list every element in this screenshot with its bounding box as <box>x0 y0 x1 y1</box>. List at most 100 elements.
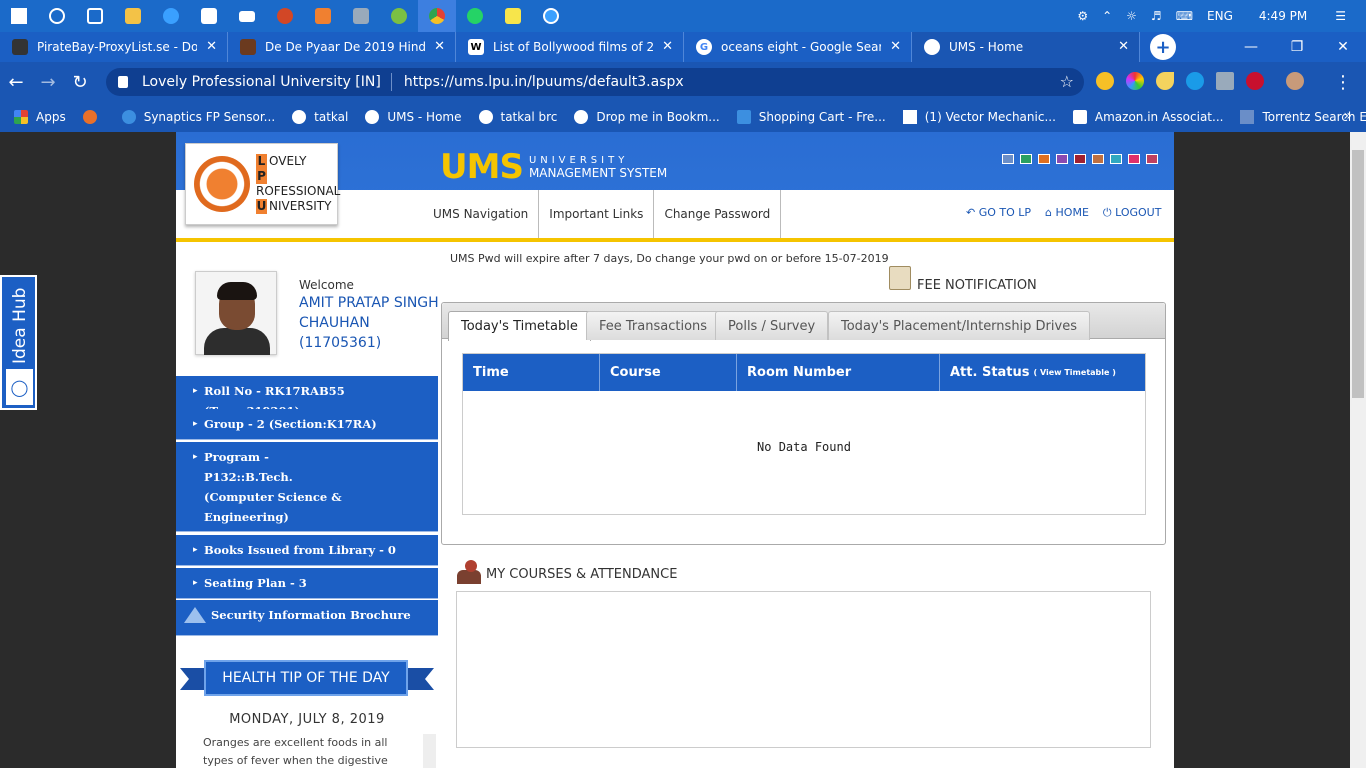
powerpoint-icon[interactable] <box>266 0 304 32</box>
site-identity[interactable]: Lovely Professional University [IN] <box>142 74 381 90</box>
theme-swatch[interactable] <box>1074 154 1086 164</box>
scrollbar-thumb[interactable] <box>1352 150 1364 398</box>
theme-swatch[interactable] <box>1128 154 1140 164</box>
dark-mode-icon[interactable] <box>1156 72 1174 90</box>
theme-swatch[interactable] <box>1110 154 1122 164</box>
edge-icon[interactable] <box>152 0 190 32</box>
bookmark-synaptics[interactable]: Synaptics FP Sensor... <box>121 110 275 124</box>
search-icon[interactable] <box>38 0 76 32</box>
url-text[interactable]: https://ums.lpu.in/lpuums/default3.aspx <box>404 74 684 90</box>
theme-swatch[interactable] <box>1020 154 1032 164</box>
tab-polls-survey[interactable]: Polls / Survey <box>715 311 829 340</box>
close-window-icon[interactable]: ✕ <box>1320 32 1366 62</box>
keyboard-icon[interactable]: ⌨ <box>1176 9 1193 23</box>
bookmark-basketball[interactable] <box>82 110 105 124</box>
extension-icon[interactable] <box>1216 72 1234 90</box>
sticky-notes-icon[interactable] <box>494 0 532 32</box>
nav-important-links[interactable]: Important Links <box>539 190 655 238</box>
lock-icon[interactable] <box>118 76 128 88</box>
color-picker-icon[interactable] <box>1126 72 1144 90</box>
view-timetable-link[interactable]: ( View Timetable ) <box>1034 368 1116 377</box>
a-letter-icon <box>902 110 917 124</box>
tab-movie[interactable]: De De Pyaar De 2019 Hindi HD ✕ <box>228 32 456 62</box>
new-tab-button[interactable]: + <box>1150 34 1176 60</box>
close-tab-icon[interactable]: ✕ <box>1118 39 1129 54</box>
tab-placement-drives[interactable]: Today's Placement/Internship Drives <box>828 311 1090 340</box>
theme-swatch[interactable] <box>1146 154 1158 164</box>
tab-wikipedia[interactable]: W List of Bollywood films of 2019 ✕ <box>456 32 684 62</box>
health-tip-scrollbar[interactable] <box>423 734 436 768</box>
bookmark-label: Shopping Cart - Fre... <box>758 110 886 124</box>
tab-google[interactable]: Goceans eight - Google Search ✕ <box>684 32 912 62</box>
chevron-up-icon[interactable]: ⌃ <box>1102 9 1112 23</box>
home-link[interactable]: ⌂ HOME <box>1045 206 1089 220</box>
sidebar-item-security-brochure[interactable]: Security Information Brochure <box>176 600 438 636</box>
bookmark-tatkal[interactable]: tatkal <box>292 110 348 124</box>
page-scrollbar[interactable] <box>1350 132 1366 768</box>
fee-notification-icon[interactable] <box>889 266 911 290</box>
wifi-icon[interactable]: ☼ <box>1126 9 1137 23</box>
nav-change-password[interactable]: Change Password <box>654 190 782 238</box>
photos-icon[interactable] <box>342 0 380 32</box>
profile-photo[interactable] <box>195 271 277 355</box>
forward-icon[interactable]: → <box>32 72 64 93</box>
minimize-icon[interactable]: — <box>1228 32 1274 62</box>
task-view-icon[interactable] <box>76 0 114 32</box>
sidebar-item-program[interactable]: Program - P132::B.Tech. (Computer Scienc… <box>176 442 438 544</box>
close-tab-icon[interactable]: ✕ <box>434 39 445 54</box>
nav-ums-navigation[interactable]: UMS Navigation <box>423 190 540 238</box>
bookmark-star-icon[interactable]: ☆ <box>1060 72 1074 91</box>
theme-swatch[interactable] <box>1056 154 1068 164</box>
more-bookmarks-icon[interactable]: » <box>1343 108 1352 124</box>
bookmark-drop-me[interactable]: Drop me in Bookm... <box>574 110 720 124</box>
mail-icon[interactable] <box>228 0 266 32</box>
bookmark-tatkal-brc[interactable]: tatkal brc <box>478 110 557 124</box>
back-icon[interactable]: ← <box>0 72 32 93</box>
menu-icon[interactable]: ⋮ <box>1334 72 1352 93</box>
safari-icon[interactable] <box>532 0 570 32</box>
restore-icon[interactable]: ❐ <box>1274 32 1320 62</box>
theme-swatch[interactable] <box>1092 154 1104 164</box>
sidebar-item-seating-plan[interactable]: Seating Plan - 3 <box>176 568 438 599</box>
logout-link[interactable]: ⏻ LOGOUT <box>1103 206 1162 220</box>
close-tab-icon[interactable]: ✕ <box>206 39 217 54</box>
sidebar-item-books[interactable]: Books Issued from Library - 0 <box>176 535 438 566</box>
lpu-logo[interactable]: L OVELY PROFESSIONAL U NIVERSITY <box>185 143 340 225</box>
people-icon[interactable]: ⚙ <box>1077 9 1088 23</box>
bookmark-amazon[interactable]: Amazon.in Associat... <box>1072 110 1223 124</box>
tab-fee-transactions[interactable]: Fee Transactions <box>586 311 721 340</box>
store-icon[interactable] <box>190 0 228 32</box>
file-explorer-icon[interactable] <box>114 0 152 32</box>
chrome-icon[interactable] <box>418 0 456 32</box>
clock[interactable]: 4:49 PM <box>1259 9 1307 23</box>
reload-icon[interactable]: ↻ <box>64 72 96 93</box>
tab-todays-timetable[interactable]: Today's Timetable <box>448 311 591 341</box>
close-tab-icon[interactable]: ✕ <box>662 39 673 54</box>
go-to-lp-link[interactable]: ↶ GO TO LP <box>966 206 1031 220</box>
fee-notification-link[interactable]: FEE NOTIFICATION <box>917 278 1037 293</box>
tab-ums-home[interactable]: UMS - Home ✕ <box>912 32 1140 62</box>
tab-piratebay[interactable]: PirateBay-ProxyList.se - Downl ✕ <box>0 32 228 62</box>
idea-hub-widget[interactable]: Idea Hub ◯ <box>0 275 37 410</box>
language-indicator[interactable]: ENG <box>1207 9 1233 23</box>
profile-avatar[interactable] <box>1286 72 1304 90</box>
sublime-icon[interactable] <box>304 0 342 32</box>
bookmark-apps[interactable]: Apps <box>14 110 66 124</box>
start-icon[interactable] <box>0 0 38 32</box>
theme-swatch[interactable] <box>1002 154 1014 164</box>
bookmark-ums-home[interactable]: UMS - Home <box>365 110 462 124</box>
bookmark-vector-mechanics[interactable]: (1) Vector Mechanic... <box>902 110 1056 124</box>
notifications-icon[interactable]: ☰ <box>1335 9 1346 23</box>
address-toolbar: ← → ↻ Lovely Professional University [IN… <box>0 62 1366 102</box>
extension-icon[interactable] <box>1096 72 1114 90</box>
omnibox[interactable]: Lovely Professional University [IN] http… <box>106 68 1084 96</box>
extension-icon[interactable] <box>1246 72 1264 90</box>
sidebar-item-group[interactable]: Group - 2 (Section:K17RA) <box>176 409 438 440</box>
close-tab-icon[interactable]: ✕ <box>890 39 901 54</box>
bookmark-shopping-cart[interactable]: Shopping Cart - Fre... <box>736 110 886 124</box>
utorrent-icon[interactable] <box>380 0 418 32</box>
refresh-extension-icon[interactable] <box>1186 72 1204 90</box>
theme-swatch[interactable] <box>1038 154 1050 164</box>
volume-icon[interactable]: ♬ <box>1151 9 1162 23</box>
whatsapp-icon[interactable] <box>456 0 494 32</box>
